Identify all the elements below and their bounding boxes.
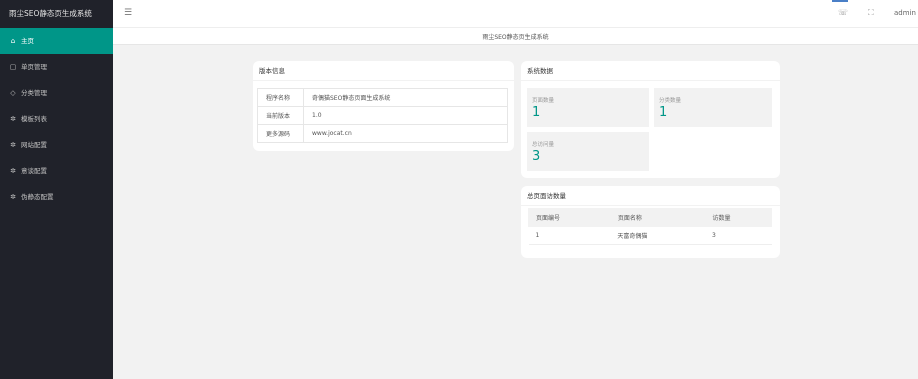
table-cell-key: 更多源码 — [257, 124, 304, 143]
page-visits-card: 总页面访数量 页面编号 页面名称 访数量 1 天富奇偶猫 3 — [521, 186, 780, 258]
card-title: 总页面访数量 — [521, 186, 780, 206]
top-header: ☰ ☏ ⛶ admin — [113, 0, 918, 28]
card-title: 版本信息 — [253, 61, 514, 81]
sidebar-item-label: 分类管理 — [21, 89, 47, 97]
table-cell-value[interactable]: www.jocat.cn — [303, 124, 508, 143]
tag-icon: ◇ — [10, 89, 16, 97]
table-cell-value: 1.0 — [303, 106, 508, 125]
sidebar-item-templates[interactable]: ✲ 模板列表 — [0, 106, 113, 132]
table-cell: 天富奇偶猫 — [610, 226, 705, 245]
sidebar-item-rewrite-config[interactable]: ✲ 伪静态配置 — [0, 184, 113, 210]
header-badge — [832, 0, 848, 2]
stat-label: 分类数量 — [659, 98, 682, 104]
stat-label: 总访问量 — [532, 142, 555, 148]
sidebar-item-label: 网站配置 — [21, 141, 47, 149]
card-title: 系统数据 — [521, 61, 780, 81]
table-row: 1 天富奇偶猫 3 — [528, 226, 772, 245]
message-icon[interactable]: ☏ — [838, 8, 848, 17]
column-header: 访数量 — [704, 208, 772, 227]
table-cell: 1 — [528, 226, 611, 245]
menu-toggle-icon[interactable]: ☰ — [124, 8, 132, 18]
sidebar-item-talk-config[interactable]: ✲ 意谈配置 — [0, 158, 113, 184]
tab-bar: 雨尘SEO静态页生成系统 — [113, 28, 918, 45]
sidebar: 雨尘SEO静态页生成系统 ⌂ 主页 ▢ 单页管理 ◇ 分类管理 ✲ 模板列表 ✲ 网站配置… — [0, 0, 113, 379]
gear-icon: ✲ — [10, 167, 16, 175]
gear-icon: ✲ — [10, 115, 16, 123]
fullscreen-icon[interactable]: ⛶ — [868, 8, 874, 18]
table-cell-key: 程序名称 — [257, 88, 304, 107]
sidebar-item-label: 意谈配置 — [21, 167, 47, 175]
sidebar-item-pages[interactable]: ▢ 单页管理 — [0, 54, 113, 80]
stat-value: 3 — [532, 149, 541, 164]
column-header: 页面名称 — [609, 208, 706, 227]
column-header: 页面编号 — [528, 208, 611, 227]
tab-home[interactable]: 雨尘SEO静态页生成系统 — [113, 32, 918, 41]
table-row: 更多源码 www.jocat.cn — [257, 124, 508, 143]
version-table: 程序名称 奇偶猫SEO静态页面生成系统 当前版本 1.0 更多源码 www.jo… — [257, 88, 508, 143]
sidebar-item-home[interactable]: ⌂ 主页 — [0, 28, 113, 54]
stat-page-count: 页面数量 1 — [527, 88, 649, 127]
sidebar-item-label: 伪静态配置 — [21, 193, 54, 201]
sidebar-item-label: 模板列表 — [21, 115, 47, 123]
stat-label: 页面数量 — [532, 98, 555, 104]
table-cell-key: 当前版本 — [257, 106, 304, 125]
stat-category-count: 分类数量 1 — [654, 88, 772, 127]
gear-icon: ✲ — [10, 141, 16, 149]
table-row: 当前版本 1.0 — [257, 106, 508, 125]
sidebar-item-site-config[interactable]: ✲ 网站配置 — [0, 132, 113, 158]
table-row: 程序名称 奇偶猫SEO静态页面生成系统 — [257, 88, 508, 107]
system-data-card: 系统数据 页面数量 1 分类数量 1 总访问量 3 — [521, 61, 780, 178]
stat-value: 1 — [532, 105, 541, 120]
gear-icon: ✲ — [10, 193, 16, 201]
stat-value: 1 — [659, 105, 668, 120]
user-menu[interactable]: admin — [894, 9, 916, 17]
table-header-row: 页面编号 页面名称 访数量 — [528, 208, 772, 227]
version-info-card: 版本信息 程序名称 奇偶猫SEO静态页面生成系统 当前版本 1.0 更多源码 w… — [253, 61, 514, 151]
stat-visit-count: 总访问量 3 — [527, 132, 649, 171]
sidebar-item-label: 单页管理 — [21, 63, 47, 71]
home-icon: ⌂ — [10, 37, 16, 45]
table-cell-value: 奇偶猫SEO静态页面生成系统 — [303, 88, 508, 107]
app-logo[interactable]: 雨尘SEO静态页生成系统 — [0, 0, 113, 28]
sidebar-item-categories[interactable]: ◇ 分类管理 — [0, 80, 113, 106]
page-visits-table: 页面编号 页面名称 访数量 1 天富奇偶猫 3 — [528, 208, 772, 245]
table-cell: 3 — [704, 226, 772, 245]
sidebar-item-label: 主页 — [21, 37, 34, 45]
page-icon: ▢ — [9, 63, 17, 71]
